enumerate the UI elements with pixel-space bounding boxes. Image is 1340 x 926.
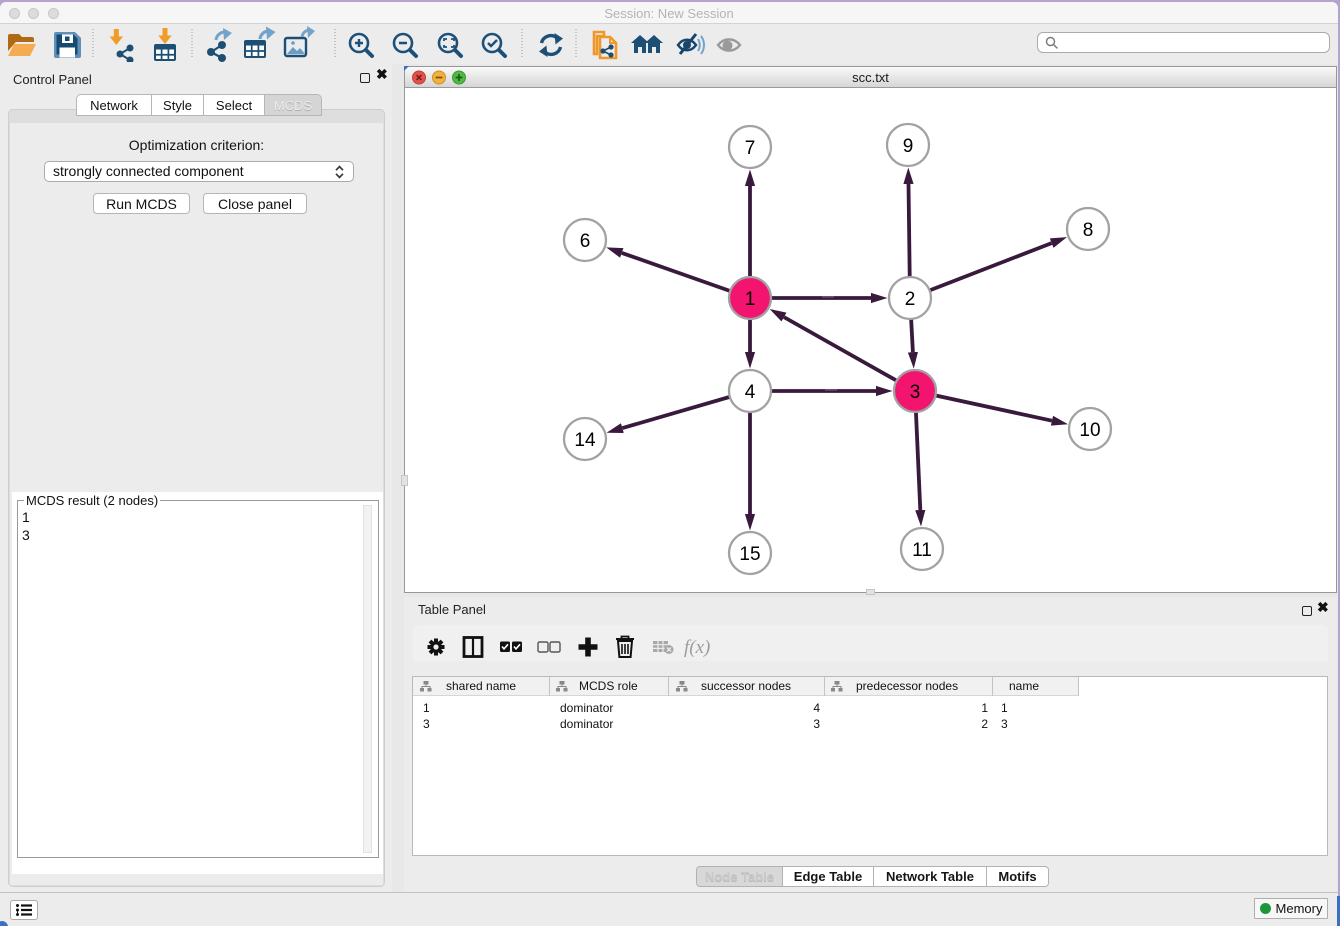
svg-text:4: 4 [745, 382, 756, 403]
svg-text:7: 7 [745, 138, 756, 159]
svg-text:11: 11 [912, 540, 932, 561]
svg-text:3: 3 [910, 382, 921, 403]
svg-text:6: 6 [580, 231, 591, 252]
svg-text:2: 2 [905, 289, 916, 310]
svg-text:9: 9 [903, 136, 914, 157]
svg-text:15: 15 [739, 544, 760, 565]
svg-text:8: 8 [1083, 220, 1094, 241]
svg-text:f(x): f(x) [684, 637, 710, 658]
svg-text:1: 1 [745, 289, 756, 310]
svg-text:10: 10 [1079, 420, 1100, 441]
svg-text:14: 14 [574, 430, 596, 451]
